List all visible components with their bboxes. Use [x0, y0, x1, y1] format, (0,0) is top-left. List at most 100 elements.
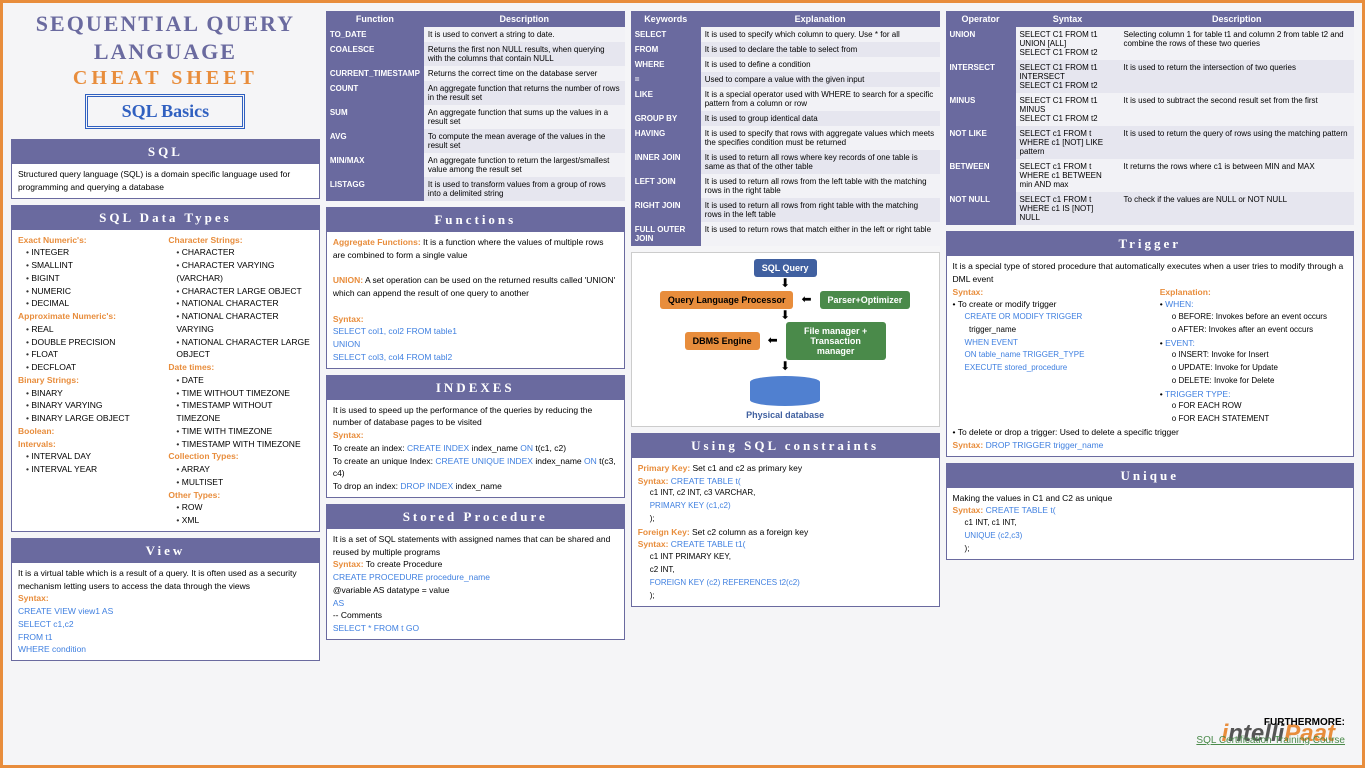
exact-h: Exact Numeric's: [18, 235, 87, 245]
table-cell: It is used to specify that rows with agg… [701, 126, 940, 150]
table-cell: WHERE [631, 57, 701, 72]
con-f3: c2 INT, [650, 565, 675, 574]
exact-list: INTEGERSMALLINTBIGINTNUMERICDECIMAL [18, 246, 162, 310]
view-c1: CREATE VIEW view1 AS [18, 606, 113, 616]
table-cell: RIGHT JOIN [631, 198, 701, 222]
trig-t2: FOR EACH STATEMENT [1178, 414, 1269, 423]
date-h: Date times: [168, 362, 214, 372]
coll-list: ARRAYMULTISET [168, 463, 312, 489]
idx-c2c: index_name [533, 456, 584, 466]
sp-syntax: Syntax: [333, 559, 364, 569]
pk-text: Set c1 and c2 as primary key [690, 463, 802, 473]
furthermore-label: FURTHERMORE: [1264, 717, 1345, 728]
view-c2: SELECT c1,c2 [18, 619, 74, 629]
sp-c1: CREATE PROCEDURE procedure_name [333, 572, 490, 582]
table-cell: FROM [631, 42, 701, 57]
table-cell: It is used to return all rows from the l… [701, 174, 940, 198]
idx-c3a: To drop an index: [333, 481, 401, 491]
table-cell: COUNT [326, 81, 424, 105]
list-item: BINARY LARGE OBJECT [26, 412, 162, 425]
trig-e2: UPDATE: Invoke for Update [1178, 363, 1277, 372]
table-cell: It is used to transform values from a gr… [424, 177, 625, 201]
func-c3: SELECT col3, col4 FROM tabl2 [333, 352, 452, 362]
trig-c1a: trigger_name [969, 325, 1016, 334]
fk-label: Foreign Key: [638, 527, 690, 537]
table-cell: TO_DATE [326, 27, 424, 42]
trig-tt: TRIGGER TYPE: [1165, 389, 1231, 399]
trig-ex: Explanation: [1160, 287, 1211, 297]
table-cell: It is used to subtract the second result… [1119, 93, 1354, 126]
table-cell: UNION [946, 27, 1016, 60]
idx-c1e: t(c1, c2) [533, 443, 566, 453]
trig-dc: DROP TRIGGER trigger_name [986, 440, 1104, 450]
functions-section: Functions Aggregate Functions: It is a f… [326, 207, 625, 369]
trig-event: EVENT: [1165, 338, 1195, 348]
other-h: Other Types: [168, 490, 220, 500]
table-cell: SELECT c1 FROM t WHERE c1 IS [NOT] NULL [1016, 192, 1120, 225]
char-h: Character Strings: [168, 235, 242, 245]
idx-c3b: DROP INDEX [400, 481, 453, 491]
table-cell: It is used to return rows that match eit… [701, 222, 940, 246]
binary-h: Binary Strings: [18, 375, 79, 385]
sp-synt: To create Procedure [364, 559, 443, 569]
list-item: ARRAY [176, 463, 312, 476]
table-cell: LISTAGG [326, 177, 424, 201]
idx-c1a: To create an index: [333, 443, 407, 453]
title1: SEQUENTIAL QUERY [11, 11, 320, 37]
list-item: BINARY VARYING [26, 399, 162, 412]
list-item: TIMESTAMP WITHOUT TIMEZONE [176, 399, 312, 425]
idx-text: It is used to speed up the performance o… [333, 405, 592, 428]
table-cell: SELECT C1 FROM t1 INTERSECT SELECT C1 FR… [1016, 60, 1120, 93]
list-item: DECFLOAT [26, 361, 162, 374]
interval-list: INTERVAL DAYINTERVAL YEAR [18, 450, 162, 476]
char-list: CHARACTERCHARACTER VARYING (VARCHAR)CHAR… [168, 246, 312, 361]
func-c1: SELECT col1, col2 FROM table1 [333, 326, 457, 336]
sql-section: SQL Structured query language (SQL) is a… [11, 139, 320, 199]
table-cell: NOT NULL [946, 192, 1016, 225]
trig-ds: Syntax: [953, 440, 984, 450]
arrow-down-icon: ⬇ [780, 279, 790, 289]
sp-c3: AS [333, 598, 344, 608]
uniq-c2: c1 INT, c1 INT, [965, 518, 1017, 527]
func-syntax: Syntax: [333, 314, 364, 324]
uniq-c3: UNIQUE (c2,c3) [965, 531, 1023, 540]
list-item: DATE [176, 374, 312, 387]
op-th1: Operator [946, 11, 1016, 27]
interval-h: Intervals: [18, 439, 56, 449]
list-item: TIME WITHOUT TIMEZONE [176, 387, 312, 400]
uniq-text: Making the values in C1 and C2 as unique [953, 493, 1113, 503]
table-cell: It is a special operator used with WHERE… [701, 87, 940, 111]
table-cell: It is used to declare the table to selec… [701, 42, 940, 57]
list-item: CHARACTER [176, 246, 312, 259]
trig-when: WHEN: [1165, 299, 1193, 309]
functions-heading: Functions [327, 208, 624, 232]
approx-list: REALDOUBLE PRECISIONFLOATDECFLOAT [18, 323, 162, 374]
list-item: CHARACTER LARGE OBJECT [176, 285, 312, 298]
database-icon [750, 376, 820, 406]
table-cell: HAVING [631, 126, 701, 150]
idx-c2a: To create an unique Index: [333, 456, 436, 466]
idx-syntax: Syntax: [333, 430, 364, 440]
con-c1: CREATE TABLE t( [671, 476, 741, 486]
table-cell: It is used to return the query of rows u… [1119, 126, 1354, 159]
list-item: SMALLINT [26, 259, 162, 272]
table-cell: It is used to specify which column to qu… [701, 27, 940, 42]
sp-text: It is a set of SQL statements with assig… [333, 534, 611, 557]
trig-text: It is a special type of stored procedure… [953, 261, 1344, 284]
table-cell: To compute the mean average of the value… [424, 129, 625, 153]
list-item: NATIONAL CHARACTER [176, 297, 312, 310]
title2: LANGUAGE [11, 39, 320, 65]
table-cell: FULL OUTER JOIN [631, 222, 701, 246]
table-cell: GROUP BY [631, 111, 701, 126]
arrow-down-icon: ⬇ [780, 311, 790, 321]
table-cell: It returns the rows where c1 is between … [1119, 159, 1354, 192]
table-cell: COALESCE [326, 42, 424, 66]
list-item: DECIMAL [26, 297, 162, 310]
arrow-down-icon: ⬇ [780, 362, 790, 372]
table-cell: It is used to group identical data [701, 111, 940, 126]
list-item: NATIONAL CHARACTER VARYING [176, 310, 312, 336]
course-link[interactable]: SQL Certification Training Course [1196, 735, 1345, 746]
con-c3: PRIMARY KEY (c1,c2) [650, 501, 731, 510]
list-item: INTERVAL DAY [26, 450, 162, 463]
table-cell: INTERSECT [946, 60, 1016, 93]
